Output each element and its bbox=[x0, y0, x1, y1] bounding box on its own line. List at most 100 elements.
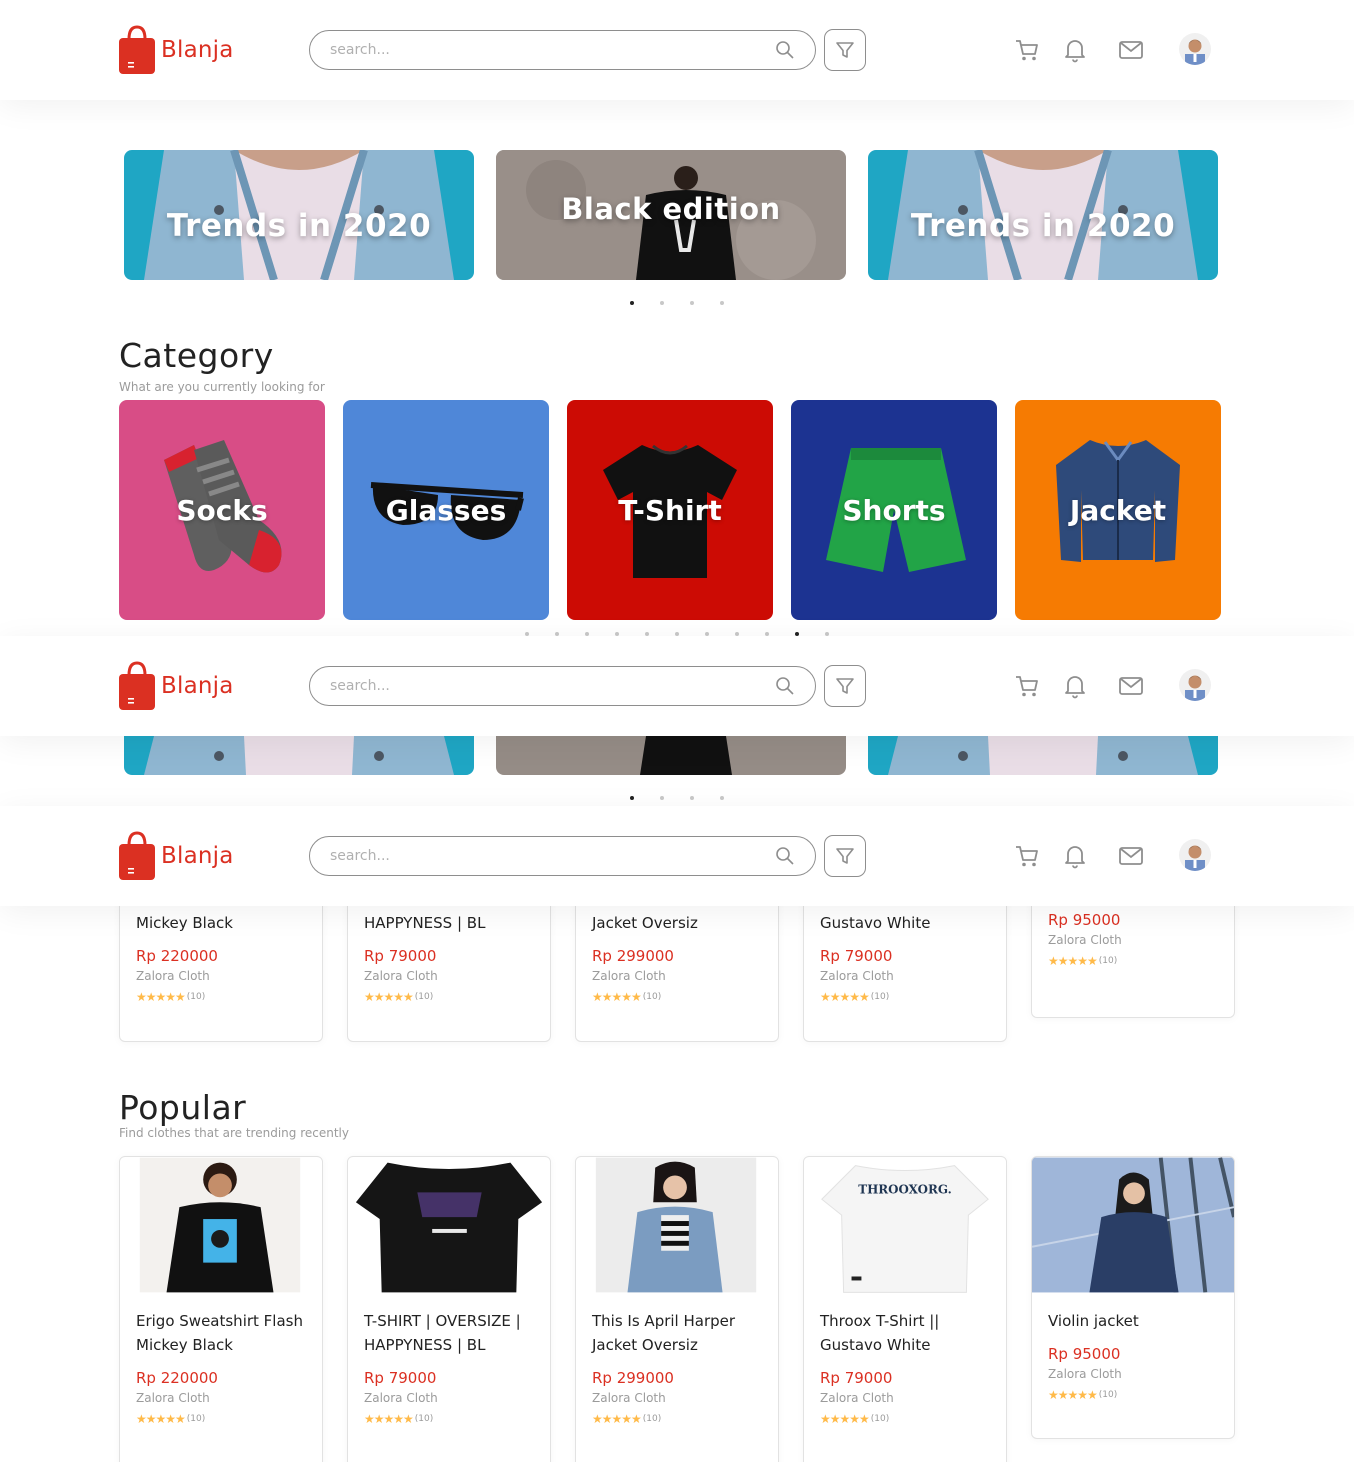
mail-button[interactable] bbox=[1117, 842, 1145, 870]
avatar[interactable] bbox=[1179, 669, 1211, 701]
product-name: Gustavo White bbox=[820, 914, 931, 932]
category-label: Jacket bbox=[1069, 493, 1167, 527]
star-rating-icon: ★★★★★ bbox=[136, 990, 186, 1004]
filter-button[interactable] bbox=[824, 665, 866, 707]
shopping-bag-icon bbox=[119, 831, 155, 880]
banner-title: Trends in 2020 bbox=[910, 208, 1176, 244]
denim-jacket-photo bbox=[868, 736, 1218, 775]
banner-title: Trends in 2020 bbox=[166, 208, 432, 244]
shopping-bag-icon bbox=[119, 25, 155, 74]
pagination-dot[interactable] bbox=[660, 301, 664, 305]
pagination-dot[interactable] bbox=[660, 796, 664, 800]
notification-button[interactable] bbox=[1061, 672, 1089, 700]
product-rating: ★★★★★ (10) bbox=[1048, 954, 1218, 968]
category-glasses[interactable]: Glasses bbox=[343, 400, 549, 620]
rating-count: (10) bbox=[186, 992, 206, 1002]
rating-count: (10) bbox=[186, 1414, 206, 1424]
cart-button[interactable] bbox=[1013, 36, 1041, 64]
brand-logo[interactable]: Blanja bbox=[119, 661, 234, 711]
search-icon[interactable] bbox=[775, 846, 795, 866]
product-rating: ★★★★★ (10) bbox=[592, 1412, 762, 1426]
product-image: THROOXORG. bbox=[804, 1157, 1006, 1293]
category-socks[interactable]: Socks bbox=[119, 400, 325, 620]
mail-button[interactable] bbox=[1117, 36, 1145, 64]
filter-button[interactable] bbox=[824, 835, 866, 877]
product-image bbox=[1032, 1157, 1234, 1293]
pagination-dot[interactable] bbox=[630, 301, 634, 305]
category-shorts[interactable]: Shorts bbox=[791, 400, 997, 620]
product-store: Zalora Cloth bbox=[136, 1391, 210, 1405]
product-card[interactable]: Violin jacket Rp 95000 Zalora Cloth ★★★★… bbox=[1031, 1156, 1235, 1439]
product-store: Zalora Cloth bbox=[136, 969, 210, 983]
brand-logo[interactable]: Blanja bbox=[119, 831, 234, 881]
banner-pagination bbox=[630, 796, 724, 800]
brand-name: Blanja bbox=[161, 843, 234, 869]
product-name: T-SHIRT | OVERSIZE | HAPPYNESS | BL bbox=[364, 1312, 521, 1354]
product-store: Zalora Cloth bbox=[592, 1391, 666, 1405]
filter-button[interactable] bbox=[824, 29, 866, 71]
banner-black-edition[interactable]: Black edition bbox=[496, 150, 846, 280]
product-card[interactable]: Erigo Sweatshirt Flash Mickey Black Rp 2… bbox=[119, 1156, 323, 1462]
product-rating: ★★★★★ (10) bbox=[820, 1412, 990, 1426]
product-price: Rp 299000 bbox=[592, 947, 674, 965]
category-title: Category bbox=[119, 336, 274, 375]
product-name: Jacket Oversiz bbox=[592, 914, 698, 932]
product-name: Throox T-Shirt || Gustavo White bbox=[820, 1312, 940, 1354]
banner-trends[interactable] bbox=[868, 736, 1218, 775]
category-subtitle: What are you currently looking for bbox=[119, 380, 325, 394]
search-icon[interactable] bbox=[775, 40, 795, 60]
product-card[interactable]: This Is April Harper Jacket Oversiz Rp 2… bbox=[575, 1156, 779, 1462]
product-price: Rp 79000 bbox=[820, 947, 893, 965]
category-jacket[interactable]: Jacket bbox=[1015, 400, 1221, 620]
mail-button[interactable] bbox=[1117, 672, 1145, 700]
star-rating-icon: ★★★★★ bbox=[1048, 1388, 1098, 1402]
category-label: Glasses bbox=[385, 493, 507, 527]
search-input[interactable] bbox=[330, 848, 775, 864]
product-rating: ★★★★★ (10) bbox=[136, 990, 306, 1004]
search-icon[interactable] bbox=[775, 676, 795, 696]
bell-icon bbox=[1065, 676, 1085, 699]
category-tshirt[interactable]: T-Shirt bbox=[567, 400, 773, 620]
product-price: Rp 79000 bbox=[364, 947, 437, 965]
pagination-dot[interactable] bbox=[630, 796, 634, 800]
star-rating-icon: ★★★★★ bbox=[364, 1412, 414, 1426]
banner-black-edition[interactable] bbox=[496, 736, 846, 775]
notification-button[interactable] bbox=[1061, 842, 1089, 870]
brand-name: Blanja bbox=[161, 673, 234, 699]
banner-title: Black edition bbox=[561, 192, 781, 226]
category-label: T-Shirt bbox=[618, 493, 722, 527]
star-rating-icon: ★★★★★ bbox=[136, 1412, 186, 1426]
search-bar[interactable] bbox=[309, 30, 816, 70]
bell-icon bbox=[1065, 40, 1085, 63]
brand-logo[interactable]: Blanja bbox=[119, 25, 234, 75]
search-bar[interactable] bbox=[309, 836, 816, 876]
shirt-print-text: THROOXORG. bbox=[858, 1182, 951, 1196]
pagination-dot[interactable] bbox=[690, 796, 694, 800]
star-rating-icon: ★★★★★ bbox=[820, 990, 870, 1004]
banner-trends[interactable] bbox=[124, 736, 474, 775]
product-store: Zalora Cloth bbox=[364, 969, 438, 983]
product-card[interactable]: T-SHIRT | OVERSIZE | HAPPYNESS | BL Rp 7… bbox=[347, 1156, 551, 1462]
search-input[interactable] bbox=[330, 678, 775, 694]
pagination-dot[interactable] bbox=[690, 301, 694, 305]
banner-trends[interactable]: Trends in 2020 bbox=[868, 150, 1218, 280]
star-rating-icon: ★★★★★ bbox=[592, 990, 642, 1004]
product-name: Violin jacket bbox=[1048, 1312, 1139, 1330]
search-bar[interactable] bbox=[309, 666, 816, 706]
notification-button[interactable] bbox=[1061, 36, 1089, 64]
cart-button[interactable] bbox=[1013, 672, 1041, 700]
popular-subtitle: Find clothes that are trending recently bbox=[119, 1126, 349, 1140]
category-label: Shorts bbox=[842, 493, 946, 527]
product-name: Erigo Sweatshirt Flash Mickey Black bbox=[136, 1312, 303, 1354]
search-input[interactable] bbox=[330, 42, 775, 58]
mail-icon bbox=[1119, 677, 1143, 695]
product-card[interactable]: THROOXORG. Throox T-Shirt || Gustavo Whi… bbox=[803, 1156, 1007, 1462]
pagination-dot[interactable] bbox=[720, 796, 724, 800]
avatar[interactable] bbox=[1179, 33, 1211, 65]
banner-trends[interactable]: Trends in 2020 bbox=[124, 150, 474, 280]
cart-button[interactable] bbox=[1013, 842, 1041, 870]
product-price: Rp 220000 bbox=[136, 1369, 218, 1387]
avatar[interactable] bbox=[1179, 839, 1211, 871]
pagination-dot[interactable] bbox=[720, 301, 724, 305]
product-price: Rp 220000 bbox=[136, 947, 218, 965]
